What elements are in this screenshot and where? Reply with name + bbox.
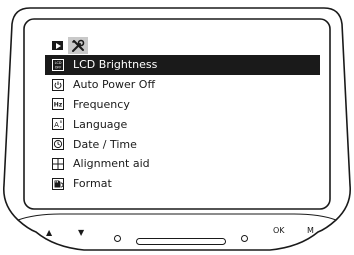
- menu-item-label: Frequency: [73, 97, 130, 111]
- svg-text:LCD: LCD: [55, 61, 62, 65]
- tab-settings[interactable]: [68, 37, 88, 54]
- menu-item-label: Language: [73, 117, 128, 131]
- svg-text:B: B: [60, 120, 63, 124]
- led-indicator-right: [241, 235, 248, 242]
- svg-text:A: A: [54, 121, 59, 129]
- grid-icon: [52, 157, 64, 170]
- speaker-slot: [136, 238, 226, 245]
- menu-item-format[interactable]: Format: [45, 174, 320, 194]
- menu-item-auto-power-off[interactable]: Auto Power Off: [45, 75, 320, 95]
- menu-item-language[interactable]: A B c Language: [45, 114, 320, 134]
- menu-item-date-time[interactable]: Date / Time: [45, 134, 320, 154]
- play-icon: [52, 41, 63, 50]
- led-indicator-left: [114, 235, 121, 242]
- svg-text:OFF: OFF: [55, 65, 62, 69]
- svg-text:c: c: [60, 125, 62, 129]
- tools-icon: [71, 39, 85, 52]
- m-button[interactable]: M: [307, 227, 314, 235]
- menu-item-label: LCD Brightness: [73, 58, 158, 72]
- menu-item-label: Auto Power Off: [73, 78, 156, 92]
- settings-menu: LCD OFF LCD Brightness Auto Power Off Hz: [45, 55, 320, 194]
- ok-button[interactable]: OK: [273, 227, 285, 235]
- menu-item-frequency[interactable]: Hz Frequency: [45, 95, 320, 115]
- power-icon: [52, 78, 64, 91]
- lcd-off-icon: LCD OFF: [52, 58, 64, 71]
- svg-text:Hz: Hz: [54, 102, 63, 109]
- menu-item-label: Format: [73, 177, 112, 191]
- menu-item-lcd-brightness[interactable]: LCD OFF LCD Brightness: [45, 55, 320, 75]
- tab-bar: [45, 37, 88, 54]
- menu-item-label: Date / Time: [73, 137, 137, 151]
- hz-icon: Hz: [52, 98, 64, 111]
- clock-icon: [52, 138, 64, 151]
- up-button[interactable]: ▲: [46, 229, 52, 237]
- down-button[interactable]: ▼: [78, 229, 84, 237]
- menu-item-alignment-aid[interactable]: Alignment aid: [45, 154, 320, 174]
- menu-item-label: Alignment aid: [73, 157, 150, 171]
- language-icon: A B c: [52, 118, 64, 131]
- screen: LCD OFF LCD Brightness Auto Power Off Hz: [45, 37, 320, 197]
- sd-card-icon: [52, 177, 64, 190]
- tab-playback[interactable]: [49, 37, 66, 54]
